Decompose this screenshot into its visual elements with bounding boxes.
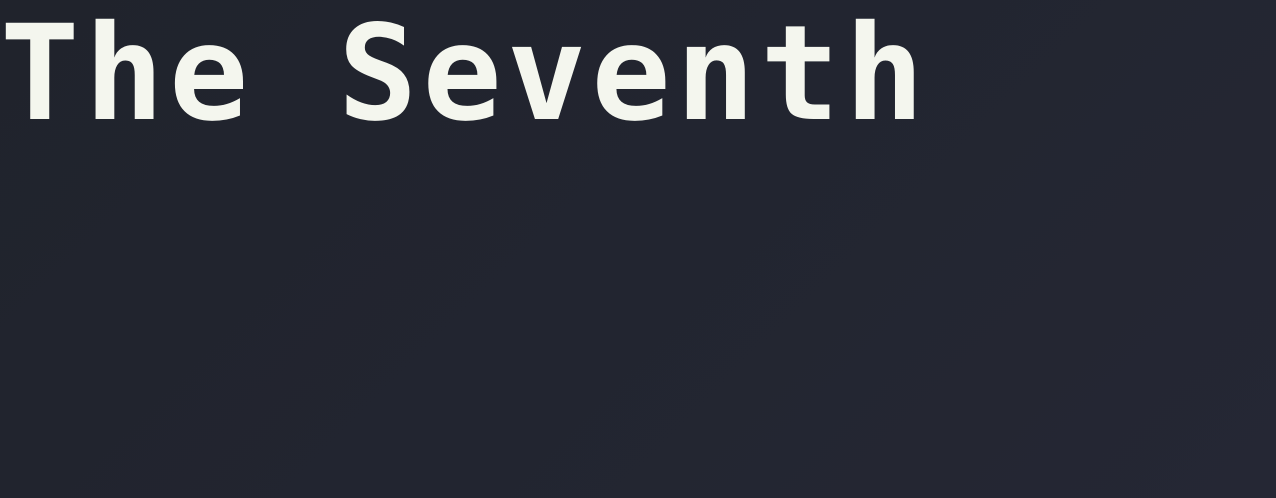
title-screen: The Seventh	[0, 0, 1276, 498]
page-title: The Seventh	[0, 0, 930, 151]
